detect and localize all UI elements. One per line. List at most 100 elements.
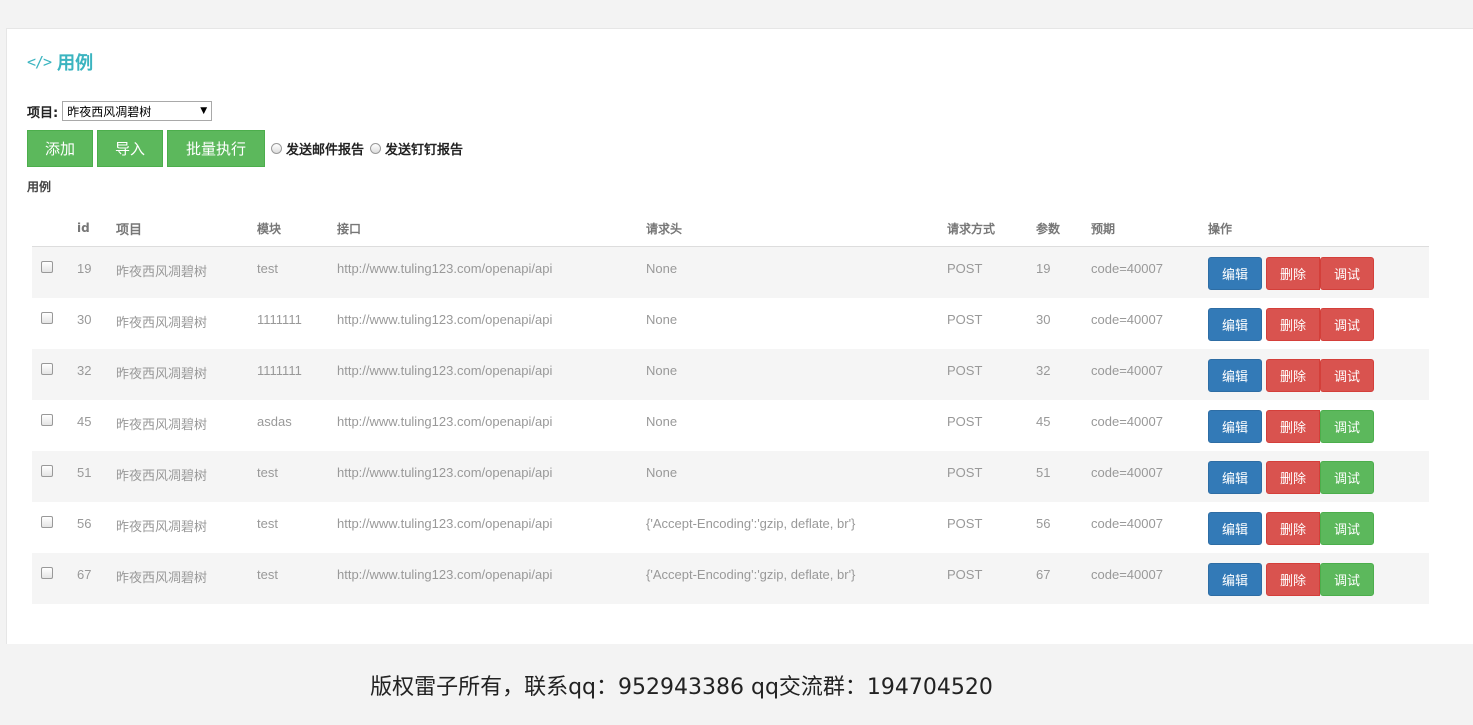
debug-button[interactable]: 调试 <box>1320 410 1374 443</box>
cell-method: POST <box>947 414 983 429</box>
cell-params: 67 <box>1036 567 1051 582</box>
row-checkbox-cell <box>32 516 77 531</box>
cell-params: 19 <box>1036 261 1051 276</box>
row-checkbox[interactable] <box>41 465 53 477</box>
debug-button[interactable]: 调试 <box>1320 512 1374 545</box>
cell-method: POST <box>947 261 983 276</box>
cell-module: test <box>257 261 278 276</box>
row-checkbox[interactable] <box>41 567 53 579</box>
cell-actions: 编辑 删除 调试 <box>1208 512 1428 545</box>
row-checkbox-cell <box>32 261 77 276</box>
dingtalk-report-radio[interactable] <box>370 143 382 154</box>
header-project: 项目 <box>116 222 143 238</box>
cell-api: http://www.tuling123.com/openapi/api <box>337 414 553 429</box>
cell-params: 51 <box>1036 465 1051 480</box>
cell-api: http://www.tuling123.com/openapi/api <box>337 516 553 531</box>
cell-expected: code=40007 <box>1091 261 1163 276</box>
cell-id: 19 <box>77 261 92 276</box>
email-report-option[interactable]: 发送邮件报告 <box>271 139 364 158</box>
case-table: id 项目 模块 接口 请求头 请求方式 参数 预期 操作 19 昨夜西风凋碧树 t… <box>32 210 1429 604</box>
debug-button[interactable]: 调试 <box>1320 563 1374 596</box>
cell-project: 昨夜西风凋碧树 <box>116 418 208 433</box>
cell-project: 昨夜西风凋碧树 <box>116 367 208 382</box>
email-report-radio[interactable] <box>271 143 282 154</box>
table-row: 67 昨夜西风凋碧树 test http://www.tuling123.com/op… <box>32 553 1429 604</box>
import-button[interactable]: 导入 <box>97 130 163 167</box>
cell-id: 32 <box>77 363 92 378</box>
row-checkbox[interactable] <box>41 312 53 324</box>
cell-api: http://www.tuling123.com/openapi/api <box>337 261 553 276</box>
add-button[interactable]: 添加 <box>27 130 93 167</box>
row-checkbox-cell <box>32 567 77 582</box>
cell-params: 56 <box>1036 516 1051 531</box>
cell-project: 昨夜西风凋碧树 <box>116 265 208 280</box>
header-actions: 操作 <box>1208 221 1233 236</box>
page-title-text: 用例 <box>57 53 94 74</box>
delete-button[interactable]: 删除 <box>1266 563 1320 596</box>
edit-button[interactable]: 编辑 <box>1208 359 1262 392</box>
table-row: 30 昨夜西风凋碧树 1111111 http://www.tuling123.com… <box>32 298 1429 349</box>
dingtalk-report-label: 发送钉钉报告 <box>385 143 464 158</box>
project-filter: 项目: 昨夜西风凋碧树 ▼ <box>27 101 213 121</box>
dingtalk-report-option[interactable]: 发送钉钉报告 <box>370 139 463 158</box>
row-checkbox[interactable] <box>41 363 53 375</box>
edit-button[interactable]: 编辑 <box>1208 461 1262 494</box>
header-module: 模块 <box>257 221 282 236</box>
delete-button[interactable]: 删除 <box>1266 512 1320 545</box>
cell-expected: code=40007 <box>1091 363 1163 378</box>
cell-id: 56 <box>77 516 92 531</box>
delete-button[interactable]: 删除 <box>1266 308 1320 341</box>
cell-request-headers: None <box>646 465 678 480</box>
header-expected: 预期 <box>1091 221 1116 236</box>
section-label: 用例 <box>27 180 52 194</box>
chevron-down-icon: ▼ <box>200 106 208 116</box>
row-checkbox[interactable] <box>41 261 53 273</box>
table-body: 19 昨夜西风凋碧树 test http://www.tuling123.com/op… <box>32 247 1429 604</box>
table-header: id 项目 模块 接口 请求头 请求方式 参数 预期 操作 <box>32 210 1429 247</box>
table-row: 32 昨夜西风凋碧树 1111111 http://www.tuling123.com… <box>32 349 1429 400</box>
cell-actions: 编辑 删除 调试 <box>1208 410 1428 443</box>
edit-button[interactable]: 编辑 <box>1208 563 1262 596</box>
row-checkbox-cell <box>32 363 77 378</box>
debug-button[interactable]: 调试 <box>1320 308 1374 341</box>
cell-module: asdas <box>257 414 292 429</box>
cell-params: 45 <box>1036 414 1051 429</box>
toolbar: 添加 导入 批量执行 发送邮件报告 发送钉钉报告 <box>27 130 463 167</box>
cell-actions: 编辑 删除 调试 <box>1208 461 1428 494</box>
page-title: </> 用例 <box>27 49 93 75</box>
cell-project: 昨夜西风凋碧树 <box>116 469 208 484</box>
edit-button[interactable]: 编辑 <box>1208 512 1262 545</box>
edit-button[interactable]: 编辑 <box>1208 308 1262 341</box>
row-checkbox-cell <box>32 414 77 429</box>
delete-button[interactable]: 删除 <box>1266 257 1320 290</box>
cell-method: POST <box>947 363 983 378</box>
delete-button[interactable]: 删除 <box>1266 410 1320 443</box>
delete-button[interactable]: 删除 <box>1266 461 1320 494</box>
delete-button[interactable]: 删除 <box>1266 359 1320 392</box>
header-id: id <box>77 221 90 235</box>
table-row: 51 昨夜西风凋碧树 test http://www.tuling123.com/op… <box>32 451 1429 502</box>
edit-button[interactable]: 编辑 <box>1208 410 1262 443</box>
debug-button[interactable]: 调试 <box>1320 359 1374 392</box>
batch-execute-button[interactable]: 批量执行 <box>167 130 265 167</box>
cell-method: POST <box>947 516 983 531</box>
footer-copyright: 版权雷子所有，联系qq：952943386 qq交流群：194704520 <box>370 674 993 700</box>
debug-button[interactable]: 调试 <box>1320 257 1374 290</box>
cell-project: 昨夜西风凋碧树 <box>116 520 208 535</box>
row-checkbox-cell <box>32 465 77 480</box>
cell-id: 45 <box>77 414 92 429</box>
project-select[interactable]: 昨夜西风凋碧树 ▼ <box>62 101 213 121</box>
header-api: 接口 <box>337 221 362 236</box>
cell-expected: code=40007 <box>1091 567 1163 582</box>
cell-api: http://www.tuling123.com/openapi/api <box>337 567 553 582</box>
edit-button[interactable]: 编辑 <box>1208 257 1262 290</box>
cell-request-headers: None <box>646 261 678 276</box>
cell-api: http://www.tuling123.com/openapi/api <box>337 312 553 327</box>
cell-module: test <box>257 465 278 480</box>
cell-module: test <box>257 567 278 582</box>
debug-button[interactable]: 调试 <box>1320 461 1374 494</box>
row-checkbox[interactable] <box>41 414 53 426</box>
row-checkbox[interactable] <box>41 516 53 528</box>
cell-module: 1111111 <box>257 312 302 327</box>
table-row: 56 昨夜西风凋碧树 test http://www.tuling123.com/op… <box>32 502 1429 553</box>
